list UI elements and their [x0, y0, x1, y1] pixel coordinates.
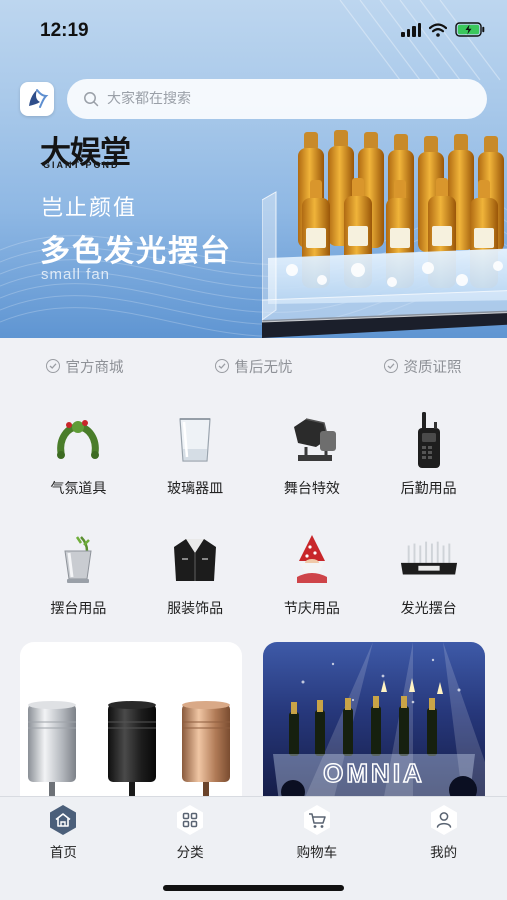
check-circle-icon	[214, 359, 229, 373]
walkie-talkie-icon	[399, 410, 459, 470]
category-grid: 气氛道具 玻璃器皿 舞台特效 后勤用品 摆台用品 服装饰品 节庆用品 发光摆台	[20, 410, 487, 618]
search-bar[interactable]	[67, 79, 487, 119]
category-label: 舞台特效	[283, 481, 340, 497]
category-apparel[interactable]: 服装饰品	[137, 530, 254, 618]
guarantee-label: 售后无忧	[234, 359, 293, 376]
guarantee-label: 资质证照	[403, 359, 462, 376]
check-circle-icon	[383, 359, 398, 373]
tab-home[interactable]: 首页	[0, 797, 127, 863]
ice-bucket-icon	[48, 530, 108, 590]
signal-icon	[401, 22, 421, 37]
category-label: 发光摆台	[400, 601, 457, 617]
category-festival[interactable]: 节庆用品	[254, 530, 371, 618]
guarantee-strip: 官方商城 售后无忧 资质证照	[0, 338, 507, 394]
category-label: 节庆用品	[283, 601, 340, 617]
product-card-ice-buckets[interactable]	[20, 642, 242, 802]
category-label: 玻璃器皿	[167, 481, 224, 497]
guarantee-official: 官方商城	[0, 338, 169, 394]
home-icon	[47, 804, 79, 836]
guarantee-certified: 资质证照	[338, 338, 507, 394]
banner-subline: small fan	[41, 266, 111, 283]
category-table-supplies[interactable]: 摆台用品	[20, 530, 137, 618]
category-label: 气氛道具	[50, 481, 107, 497]
search-icon	[84, 92, 99, 107]
category-label: 服装饰品	[167, 601, 224, 617]
status-icons	[401, 22, 485, 37]
grid-icon	[174, 804, 206, 836]
nightclub-promo-image: OMNIA	[273, 642, 485, 802]
wifi-icon	[429, 22, 447, 37]
ice-bucket-product-image	[28, 701, 230, 802]
tab-profile[interactable]: 我的	[380, 797, 507, 863]
product-card-nightclub[interactable]: OMNIA	[263, 642, 485, 802]
app-logo[interactable]	[20, 82, 54, 116]
tab-label: 我的	[430, 845, 458, 861]
bottom-tab-bar: 首页 分类 购物车 我的	[0, 796, 507, 900]
tab-label: 分类	[176, 845, 204, 861]
guarantee-label: 官方商城	[65, 359, 124, 376]
cart-icon	[301, 804, 333, 836]
category-party-props[interactable]: 气氛道具	[20, 410, 137, 498]
user-icon	[428, 804, 460, 836]
check-circle-icon	[45, 359, 60, 373]
category-label: 后勤用品	[400, 481, 457, 497]
banner-tagline: 岂止颜值	[41, 196, 138, 221]
search-input[interactable]	[107, 91, 447, 107]
home-indicator[interactable]	[163, 885, 344, 891]
christmas-gnome-icon	[282, 530, 342, 590]
banner-headline: 多色发光摆台	[40, 234, 232, 269]
glass-icon	[165, 410, 225, 470]
tab-label: 首页	[49, 845, 77, 861]
category-glassware[interactable]: 玻璃器皿	[137, 410, 254, 498]
brand-subname: GIANT POND	[43, 160, 120, 170]
tab-cart[interactable]: 购物车	[254, 797, 381, 863]
stage-light-icon	[282, 410, 342, 470]
status-bar: 12:19	[0, 0, 507, 62]
tab-label: 购物车	[296, 845, 338, 861]
battery-charging-icon	[455, 22, 485, 37]
bottle-tray-image	[262, 130, 507, 338]
category-stage-effects[interactable]: 舞台特效	[254, 410, 371, 498]
status-time: 12:19	[40, 20, 89, 41]
jacket-icon	[165, 530, 225, 590]
club-sign-text: OMNIA	[323, 758, 425, 788]
led-display-icon	[399, 530, 459, 590]
party-prop-icon	[48, 410, 108, 470]
guarantee-after-sales: 售后无忧	[169, 338, 338, 394]
category-logistics[interactable]: 后勤用品	[370, 410, 487, 498]
app-logo-icon	[29, 89, 49, 108]
category-led-display[interactable]: 发光摆台	[370, 530, 487, 618]
category-label: 摆台用品	[50, 601, 107, 617]
tab-categories[interactable]: 分类	[127, 797, 254, 863]
